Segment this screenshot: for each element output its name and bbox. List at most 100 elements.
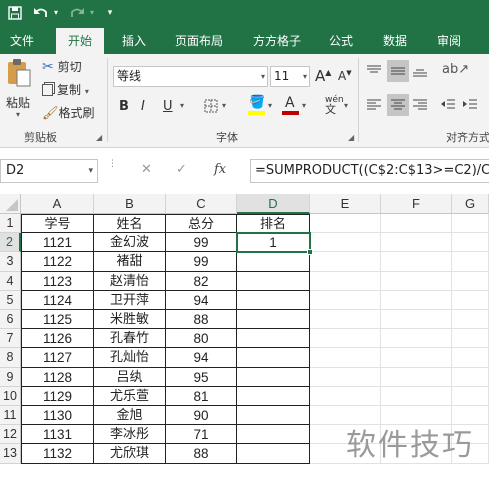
cell-d3[interactable] xyxy=(237,252,310,272)
increase-indent-button[interactable] xyxy=(462,98,478,115)
row-header-4[interactable]: 4 xyxy=(0,271,21,291)
cell-e6[interactable] xyxy=(310,310,381,330)
cell-g9[interactable] xyxy=(452,367,489,387)
cell-d4[interactable] xyxy=(237,271,310,291)
column-header-b[interactable]: B xyxy=(94,194,166,214)
cell-a2[interactable]: 1121 xyxy=(21,233,94,253)
cell-b1[interactable]: 姓名 xyxy=(94,214,166,234)
cell-e5[interactable] xyxy=(310,290,381,310)
cell-d9[interactable] xyxy=(237,367,310,387)
row-header-11[interactable]: 11 xyxy=(0,406,21,426)
cell-c11[interactable]: 90 xyxy=(166,406,237,426)
copy-button[interactable]: 复制 ▾ xyxy=(42,81,89,99)
cell-b3[interactable]: 褚甜 xyxy=(94,252,166,272)
cell-a13[interactable]: 1132 xyxy=(21,444,94,464)
cell-f2[interactable] xyxy=(381,233,452,253)
row-header-12[interactable]: 12 xyxy=(0,425,21,445)
cell-e4[interactable] xyxy=(310,271,381,291)
column-header-g[interactable]: G xyxy=(452,194,489,214)
cell-b11[interactable]: 金旭 xyxy=(94,406,166,426)
phonetic-dropdown-icon[interactable]: ▾ xyxy=(344,101,348,110)
undo-dropdown-icon[interactable]: ▾ xyxy=(52,2,60,24)
cell-b2[interactable]: 金幻波 xyxy=(94,233,166,253)
fill-color-button[interactable]: 🪣 xyxy=(248,95,266,117)
customize-icon[interactable]: ▾ xyxy=(104,2,116,24)
row-header-9[interactable]: 9 xyxy=(0,367,21,387)
cell-c6[interactable]: 88 xyxy=(166,310,237,330)
row-header-2[interactable]: 2 xyxy=(0,233,21,253)
cell-c4[interactable]: 82 xyxy=(166,271,237,291)
tab-file[interactable]: 文件 xyxy=(0,28,44,54)
font-name-select[interactable]: 等线 ▾ xyxy=(113,66,268,87)
cell-a1[interactable]: 学号 xyxy=(21,214,94,234)
cell-e8[interactable] xyxy=(310,348,381,368)
tab-fangfang[interactable]: 方方格子 xyxy=(244,28,310,54)
cell-e1[interactable] xyxy=(310,214,381,234)
cell-c13[interactable]: 88 xyxy=(166,444,237,464)
cell-g2[interactable] xyxy=(452,233,489,253)
cell-f1[interactable] xyxy=(381,214,452,234)
cell-f6[interactable] xyxy=(381,310,452,330)
decrease-indent-button[interactable] xyxy=(440,98,456,115)
cell-d10[interactable] xyxy=(237,386,310,406)
align-top-button[interactable] xyxy=(366,64,382,81)
grow-font-button[interactable]: A▲ xyxy=(315,67,331,85)
cell-c12[interactable]: 71 xyxy=(166,425,237,445)
row-header-8[interactable]: 8 xyxy=(0,348,21,368)
column-header-a[interactable]: A xyxy=(21,194,94,214)
cut-button[interactable]: ✂ 剪切 xyxy=(42,58,82,76)
cell-d6[interactable] xyxy=(237,310,310,330)
cell-c2[interactable]: 99 xyxy=(166,233,237,253)
underline-button[interactable]: U xyxy=(163,99,173,114)
cell-b6[interactable]: 米胜敏 xyxy=(94,310,166,330)
cell-b4[interactable]: 赵清怡 xyxy=(94,271,166,291)
enter-icon[interactable]: ✓ xyxy=(176,162,187,177)
cell-a12[interactable]: 1131 xyxy=(21,425,94,445)
redo-dropdown-icon[interactable]: ▾ xyxy=(88,2,96,24)
cell-c8[interactable]: 94 xyxy=(166,348,237,368)
row-header-7[interactable]: 7 xyxy=(0,329,21,349)
tab-formulas[interactable]: 公式 xyxy=(320,28,362,54)
cell-e9[interactable] xyxy=(310,367,381,387)
tab-review[interactable]: 审阅 xyxy=(428,28,470,54)
font-color-dropdown-icon[interactable]: ▾ xyxy=(302,101,306,110)
cell-g3[interactable] xyxy=(452,252,489,272)
column-header-e[interactable]: E xyxy=(310,194,381,214)
column-header-d[interactable]: D xyxy=(237,194,310,214)
cell-d13[interactable] xyxy=(237,444,310,464)
row-header-1[interactable]: 1 xyxy=(0,214,21,234)
cell-d11[interactable] xyxy=(237,406,310,426)
cell-c3[interactable]: 99 xyxy=(166,252,237,272)
row-header-13[interactable]: 13 xyxy=(0,444,21,464)
cell-c5[interactable]: 94 xyxy=(166,290,237,310)
cell-f8[interactable] xyxy=(381,348,452,368)
cell-a6[interactable]: 1125 xyxy=(21,310,94,330)
cell-b7[interactable]: 孔春竹 xyxy=(94,329,166,349)
cell-c9[interactable]: 95 xyxy=(166,367,237,387)
cell-g1[interactable] xyxy=(452,214,489,234)
row-header-6[interactable]: 6 xyxy=(0,310,21,330)
cell-g8[interactable] xyxy=(452,348,489,368)
insert-function-icon[interactable]: fx xyxy=(214,162,226,177)
cell-f5[interactable] xyxy=(381,290,452,310)
cell-a8[interactable]: 1127 xyxy=(21,348,94,368)
bold-button[interactable]: B xyxy=(119,99,129,114)
formula-input[interactable]: =SUMPRODUCT((C$2:C$13>=C2)/CO xyxy=(250,159,489,183)
cell-b12[interactable]: 李冰彤 xyxy=(94,425,166,445)
paste-button[interactable]: 粘贴 ▾ xyxy=(4,58,34,122)
align-middle-button[interactable] xyxy=(387,60,409,82)
tab-data[interactable]: 数据 xyxy=(374,28,416,54)
cell-a4[interactable]: 1123 xyxy=(21,271,94,291)
cell-d5[interactable] xyxy=(237,290,310,310)
cell-g5[interactable] xyxy=(452,290,489,310)
cell-a11[interactable]: 1130 xyxy=(21,406,94,426)
cell-f9[interactable] xyxy=(381,367,452,387)
name-box[interactable]: D2 ▾ xyxy=(0,159,98,183)
cell-e7[interactable] xyxy=(310,329,381,349)
cell-a7[interactable]: 1126 xyxy=(21,329,94,349)
cell-d12[interactable] xyxy=(237,425,310,445)
italic-button[interactable]: I xyxy=(141,99,145,114)
font-color-button[interactable]: A xyxy=(282,95,300,117)
column-header-f[interactable]: F xyxy=(381,194,452,214)
orientation-button[interactable]: ab↗ xyxy=(442,62,469,77)
